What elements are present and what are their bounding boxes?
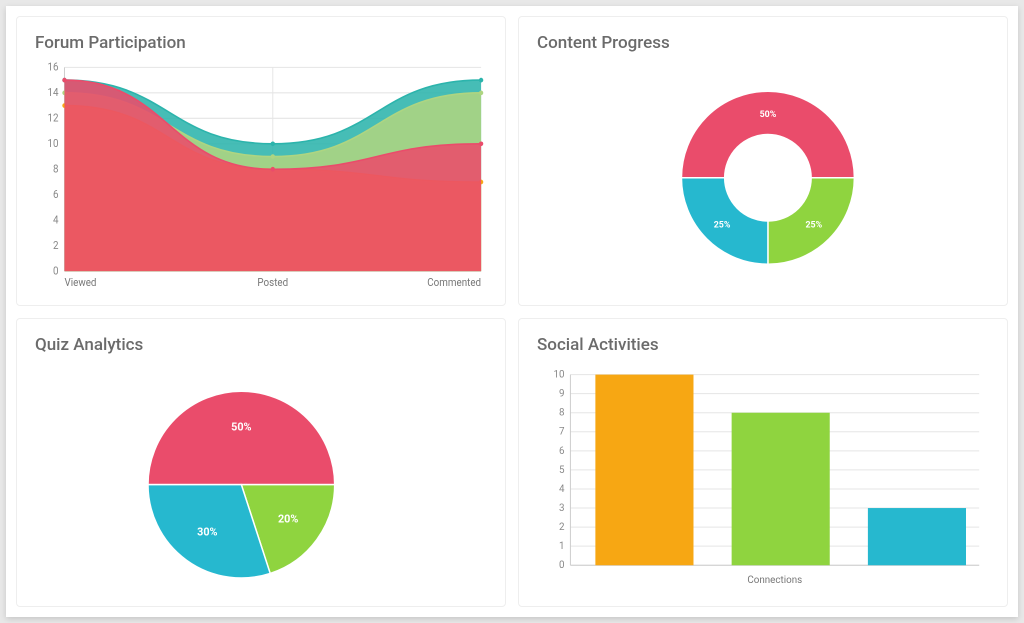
card-title: Content Progress [537,33,989,53]
svg-text:4: 4 [53,215,59,226]
card-quiz-analytics: Quiz Analytics 50% 20% 30% [16,318,506,608]
svg-text:Posted: Posted [257,278,288,289]
quiz-pie-chart: 50% 20% 30% [35,363,487,597]
svg-text:12: 12 [48,113,59,124]
svg-text:25%: 25% [714,221,731,231]
svg-text:6: 6 [53,190,59,201]
svg-text:25%: 25% [805,221,822,231]
card-content-progress: Content Progress 50% 25% 25% [518,16,1008,306]
card-title: Quiz Analytics [35,335,487,355]
svg-text:20%: 20% [278,512,298,525]
forum-area-chart: 0 2 4 6 8 10 12 14 16 Viewed Posted Commented [35,61,487,295]
svg-text:8: 8 [559,407,565,418]
svg-text:50%: 50% [231,420,251,433]
svg-text:10: 10 [553,369,564,380]
svg-text:2: 2 [53,241,59,252]
svg-text:Viewed: Viewed [64,278,96,289]
svg-text:1: 1 [559,541,565,552]
svg-text:16: 16 [48,62,59,73]
svg-text:10: 10 [48,139,59,150]
svg-text:8: 8 [53,164,59,175]
card-title: Forum Participation [35,33,487,53]
svg-text:5: 5 [559,464,565,475]
social-bar-chart: 0 1 2 3 4 5 6 7 8 9 10 Connections [537,363,989,597]
card-title: Social Activities [537,335,989,355]
card-social-activities: Social Activities 0 1 2 3 4 5 6 7 8 9 10 Connection… [518,318,1008,608]
svg-text:14: 14 [48,88,59,99]
svg-text:Connections: Connections [747,574,802,585]
svg-text:3: 3 [559,502,565,513]
svg-text:0: 0 [559,560,565,571]
dashboard: Forum Participation 0246810121416ViewedP… [6,6,1018,617]
svg-text:4: 4 [559,483,565,494]
svg-text:6: 6 [559,445,565,456]
svg-text:2: 2 [559,522,565,533]
svg-text:0: 0 [53,266,59,277]
svg-text:50%: 50% [760,110,777,120]
svg-text:9: 9 [559,388,565,399]
card-forum-participation: Forum Participation 0 2 4 6 8 10 12 14 16 Viewed P… [16,16,506,306]
svg-text:30%: 30% [197,525,217,538]
content-donut-chart: 50% 25% 25% [537,61,989,295]
svg-text:Commented: Commented [427,278,481,289]
svg-text:7: 7 [559,426,565,437]
